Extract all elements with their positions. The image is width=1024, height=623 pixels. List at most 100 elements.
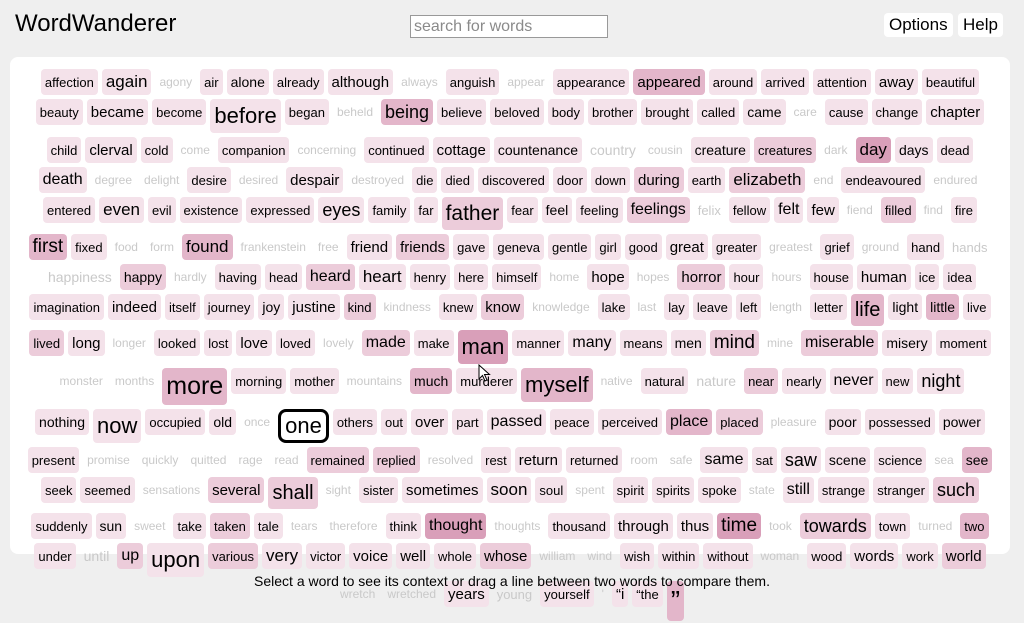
word-tag[interactable]: length <box>765 294 806 320</box>
word-tag[interactable]: sea <box>930 447 957 473</box>
word-tag[interactable]: lake <box>597 294 630 320</box>
word-tag[interactable]: resolved <box>424 447 477 473</box>
word-tag[interactable]: woman <box>757 543 804 569</box>
word-tag[interactable]: elizabeth <box>729 167 806 193</box>
word-tag[interactable]: began <box>284 99 329 125</box>
word-tag[interactable]: voice <box>349 543 393 569</box>
word-tag[interactable]: hope <box>587 264 629 290</box>
word-tag[interactable]: once <box>240 409 274 435</box>
word-tag[interactable]: until <box>80 543 114 569</box>
word-tag[interactable]: native <box>597 368 637 394</box>
word-tag[interactable]: thus <box>676 513 714 539</box>
word-tag[interactable]: gentle <box>548 234 592 260</box>
word-tag[interactable]: misery <box>882 330 932 356</box>
word-tag[interactable]: endured <box>929 167 981 193</box>
word-tag[interactable]: joy <box>258 294 285 320</box>
word-tag[interactable]: good <box>624 234 662 260</box>
word-tag[interactable]: perceived <box>597 409 663 435</box>
word-tag[interactable]: turned <box>914 513 956 539</box>
word-tag[interactable]: end <box>809 167 837 193</box>
word-tag[interactable]: attention <box>813 69 871 95</box>
word-tag[interactable]: letter <box>809 294 847 320</box>
word-tag[interactable]: suddenly <box>31 513 92 539</box>
word-tag[interactable]: during <box>634 167 684 193</box>
word-tag[interactable]: being <box>381 99 434 125</box>
word-tag[interactable]: fear <box>507 197 538 223</box>
word-tag[interactable]: die <box>412 167 438 193</box>
word-tag[interactable]: creature <box>690 137 750 163</box>
word-tag[interactable]: kindness <box>380 294 435 320</box>
word-tag[interactable]: fire <box>950 197 977 223</box>
word-tag[interactable]: scene <box>824 447 871 473</box>
word-tag[interactable]: head <box>264 264 302 290</box>
word-tag[interactable]: ice <box>914 264 940 290</box>
word-tag[interactable]: thoughts <box>490 513 544 539</box>
word-tag[interactable]: concerning <box>293 137 360 163</box>
word-tag[interactable]: sweet <box>130 513 169 539</box>
word-tag[interactable]: now <box>92 409 142 443</box>
word-tag[interactable]: filled <box>880 197 916 223</box>
word-tag[interactable]: means <box>619 330 667 356</box>
word-tag[interactable]: lived <box>29 330 65 356</box>
word-tag[interactable]: girl <box>595 234 621 260</box>
word-tag[interactable]: safe <box>666 447 697 473</box>
word-tag[interactable]: affection <box>40 69 98 95</box>
word-tag[interactable]: entered <box>43 197 96 223</box>
word-tag[interactable]: knew <box>438 294 478 320</box>
word-tag[interactable]: sun <box>95 513 127 539</box>
word-tag[interactable]: world <box>941 543 986 569</box>
word-tag[interactable]: having <box>214 264 261 290</box>
word-tag[interactable]: felix <box>694 197 725 223</box>
word-tag[interactable]: find <box>920 197 947 223</box>
word-tag[interactable]: fiend <box>843 197 877 223</box>
word-tag[interactable]: sat <box>751 447 777 473</box>
word-tag[interactable]: wood <box>807 543 847 569</box>
word-tag[interactable]: here <box>454 264 489 290</box>
word-tag[interactable]: called <box>697 99 740 125</box>
word-tag[interactable]: cause <box>824 99 868 125</box>
word-tag[interactable]: far <box>414 197 438 223</box>
word-tag[interactable]: still <box>782 477 814 503</box>
word-tag[interactable]: power <box>938 409 985 435</box>
word-tag[interactable]: body <box>547 99 584 125</box>
word-tag[interactable]: delight <box>140 167 183 193</box>
word-tag[interactable]: beautiful <box>921 69 980 95</box>
word-tag[interactable]: placed <box>716 409 763 435</box>
word-tag[interactable]: greater <box>711 234 762 260</box>
word-tag[interactable]: evil <box>147 197 176 223</box>
word-tag[interactable]: expressed <box>246 197 315 223</box>
word-tag[interactable]: time <box>717 513 762 539</box>
word-tag[interactable]: over <box>411 409 449 435</box>
word-tag[interactable]: towards <box>799 513 871 539</box>
word-tag[interactable]: spirits <box>652 477 695 503</box>
word-tag[interactable]: returned <box>565 447 623 473</box>
word-tag[interactable]: brought <box>641 99 694 125</box>
word-tag[interactable]: always <box>397 69 442 95</box>
word-tag[interactable]: make <box>413 330 454 356</box>
word-tag[interactable]: pleasure <box>767 409 821 435</box>
word-tag[interactable]: great <box>665 234 708 260</box>
word-tag[interactable]: think <box>385 513 421 539</box>
word-tag[interactable]: quickly <box>138 447 183 473</box>
word-tag[interactable]: despair <box>286 167 344 193</box>
word-tag[interactable]: work <box>902 543 938 569</box>
word-tag[interactable]: indeed <box>107 294 161 320</box>
word-tag[interactable]: felt <box>774 197 804 223</box>
word-tag-selected[interactable]: one <box>278 409 329 443</box>
word-tag[interactable]: live <box>963 294 991 320</box>
word-tag[interactable]: home <box>545 264 583 290</box>
word-tag[interactable]: lay <box>664 294 689 320</box>
word-tag[interactable]: took <box>765 513 796 539</box>
word-tag[interactable]: door <box>552 167 587 193</box>
word-tag[interactable]: town <box>874 513 911 539</box>
word-tag[interactable]: hardly <box>170 264 211 290</box>
word-tag[interactable]: although <box>327 69 394 95</box>
word-tag[interactable]: countenance <box>493 137 582 163</box>
word-tag[interactable]: much <box>410 368 453 394</box>
word-tag[interactable]: happiness <box>44 264 116 290</box>
word-tag[interactable]: new <box>881 368 914 394</box>
word-tag[interactable]: degree <box>91 167 136 193</box>
word-tag[interactable]: saw <box>780 447 821 473</box>
word-tag[interactable]: therefore <box>326 513 382 539</box>
word-tag[interactable]: desired <box>235 167 282 193</box>
